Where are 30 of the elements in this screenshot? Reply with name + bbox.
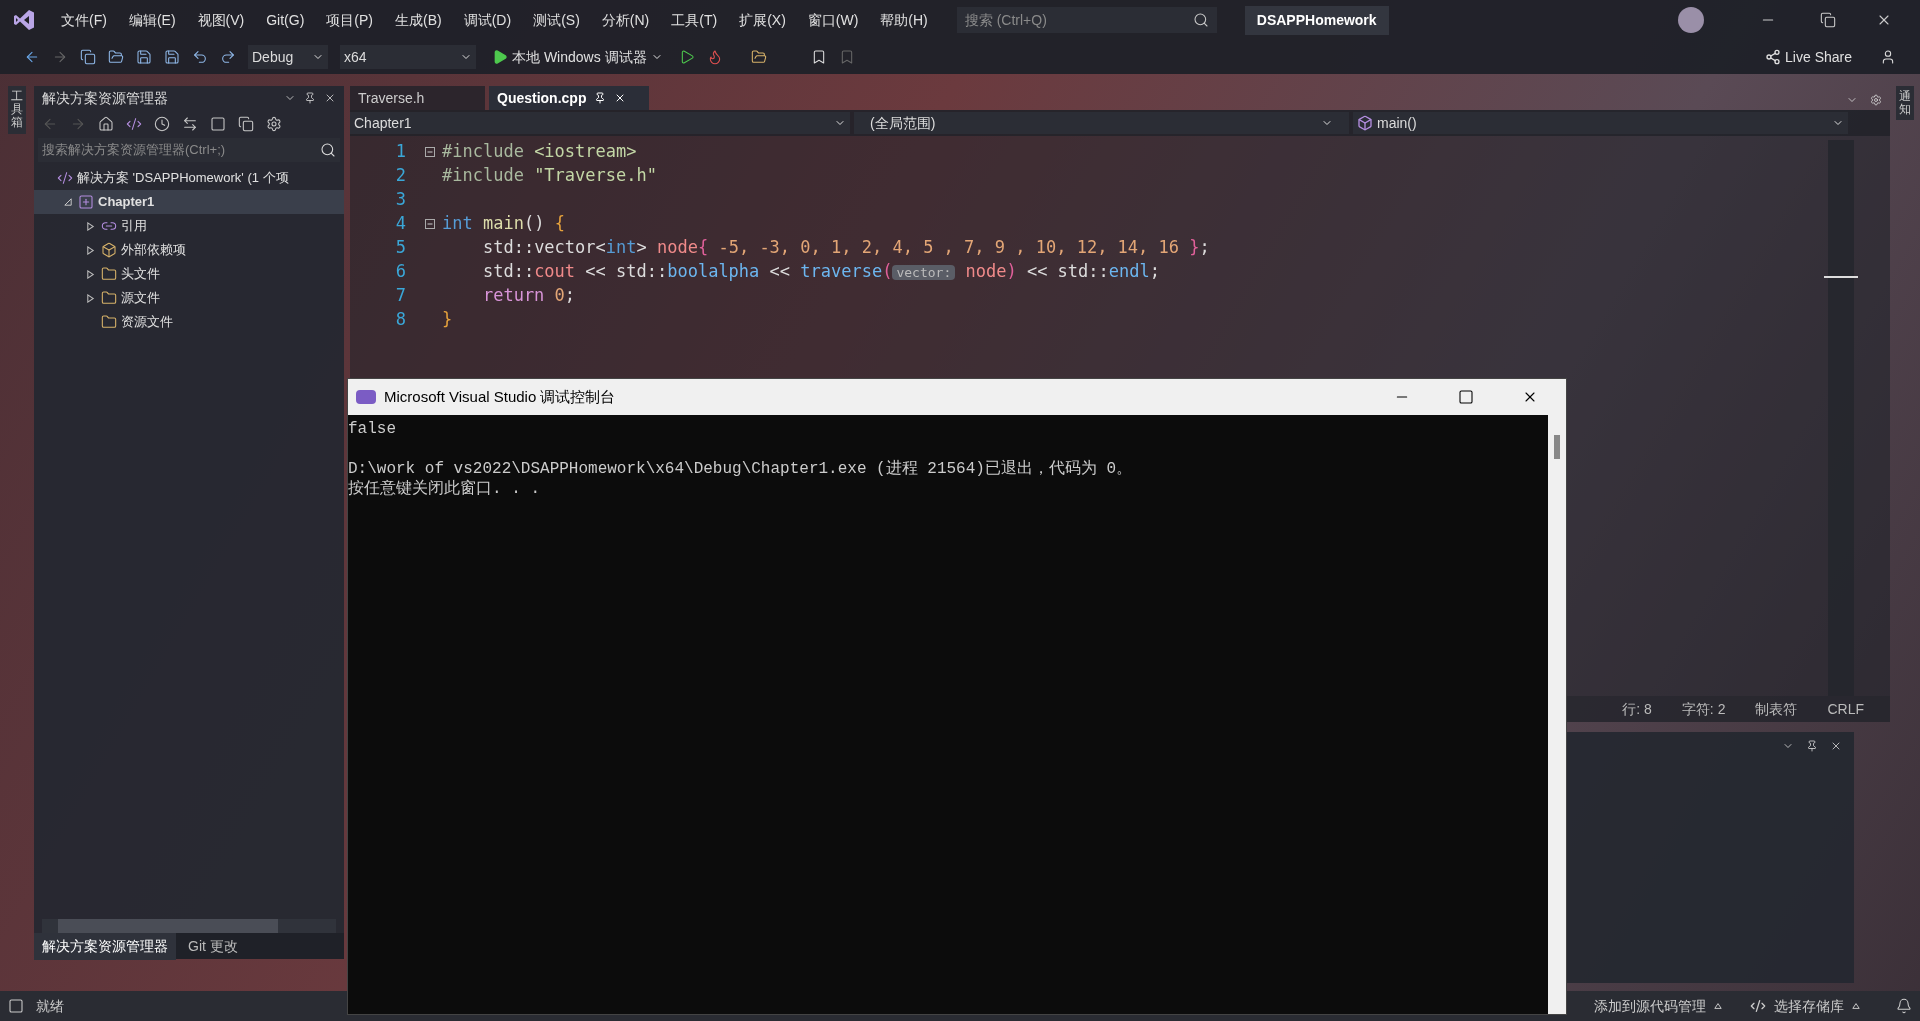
- line-number: 7: [394, 284, 407, 308]
- line-number: 2: [394, 164, 407, 188]
- tree-item-label: 源文件: [121, 289, 160, 308]
- code-line: #include <iostream>: [442, 140, 637, 164]
- code-line: }: [442, 308, 453, 332]
- code-line: std::vector<int> node{ -5, -3, 0, 1, 2, 4, 5 , 7, 9 , 10, 12, 14, 16 };: [481, 236, 1210, 260]
- console-output-line: 按任意键关闭此窗口. . .: [348, 479, 541, 499]
- code-line: std::cout << std::boolalpha << traverse( vector: node) << std::endl;: [481, 260, 1160, 284]
- line-number: 3: [394, 188, 407, 212]
- panel-title: 解决方案资源管理器: [42, 88, 168, 108]
- code-line: int main() {: [442, 212, 565, 236]
- line-number: 4: [394, 212, 407, 236]
- tree-item-label: 解决方案 'DSAPPHomework' (1 个项: [77, 169, 289, 188]
- line-number: 8: [394, 308, 407, 332]
- status-text: 就绪: [36, 996, 64, 1016]
- console-output-line: false: [348, 419, 397, 439]
- tree-item-label: 头文件: [121, 265, 160, 284]
- line-number: 5: [394, 236, 407, 260]
- solution-name-badge: DSAPPHomework: [1244, 5, 1389, 35]
- member-label: main(): [1377, 113, 1417, 133]
- tree-item-label: 资源文件: [121, 313, 173, 332]
- line-number: 6: [394, 260, 407, 284]
- console-output-line: D:\work of vs2022\DSAPPHomework\x64\Debug\Chapter1.exe (进程 21564)已退出，代码为 0。: [348, 459, 1134, 479]
- console-title: Microsoft Visual Studio 调试控制台: [384, 386, 616, 407]
- code-line: return 0;: [481, 284, 576, 308]
- line-number: 1: [394, 140, 407, 164]
- tree-item-label: 引用: [121, 217, 147, 236]
- tree-item-label: Chapter1: [98, 193, 155, 212]
- tree-item-label: 外部依赖项: [121, 241, 186, 260]
- code-line: #include "Traverse.h": [442, 164, 657, 188]
